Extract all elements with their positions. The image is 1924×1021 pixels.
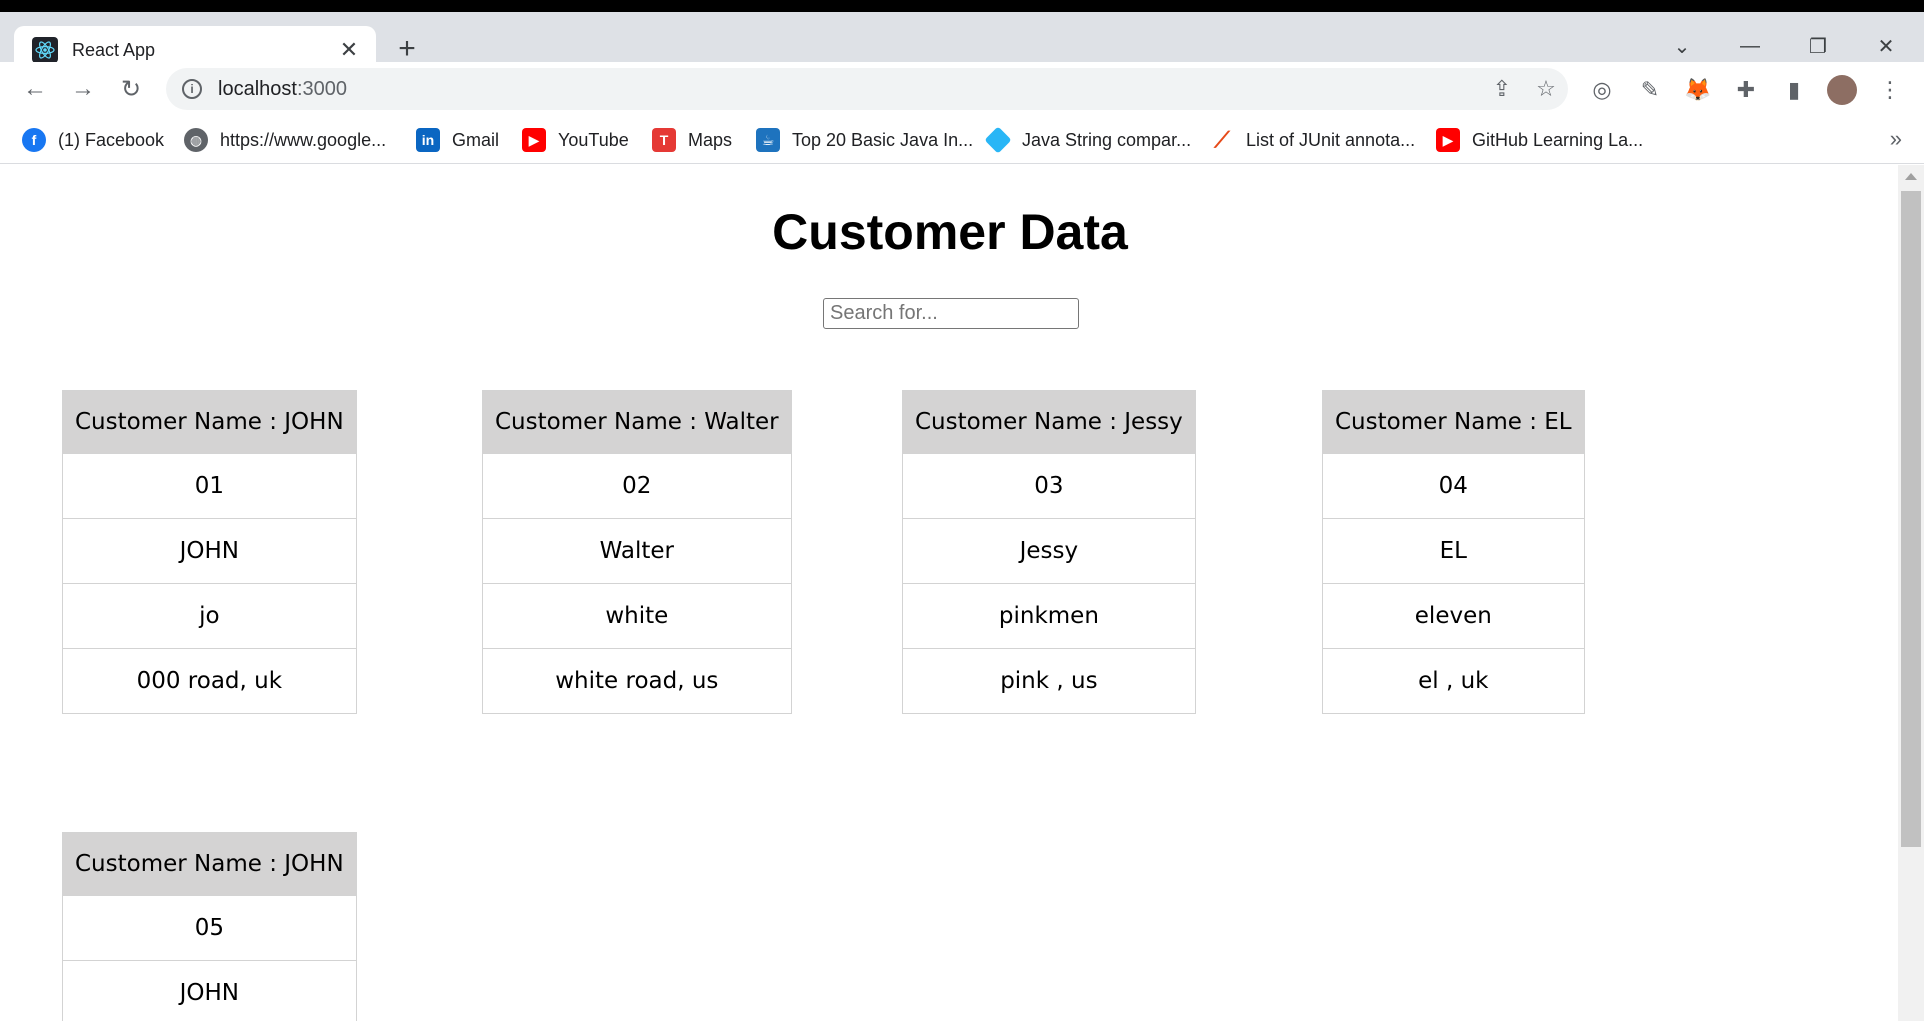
customer-card: Customer Name : JOHN 05 JOHN	[62, 832, 357, 1021]
customer-header: Customer Name : JOHN	[62, 390, 357, 454]
extensions-puzzle-icon[interactable]: ✚	[1730, 74, 1762, 106]
page-viewport: Customer Data Customer Name : JOHN 01 JO…	[2, 165, 1898, 1021]
back-icon[interactable]: ←	[18, 72, 52, 106]
side-panel-icon[interactable]: ▮	[1778, 74, 1810, 106]
customer-address: 000 road, uk	[62, 648, 357, 714]
extension-target-icon[interactable]: ◎	[1586, 74, 1618, 106]
more-bookmarks-icon[interactable]: »	[1890, 126, 1902, 152]
share-icon[interactable]: ⇪	[1480, 68, 1524, 110]
customer-header: Customer Name : Walter	[482, 390, 792, 454]
bookmark-java-interview[interactable]: ☕ Top 20 Basic Java In...	[756, 124, 973, 156]
metamask-icon[interactable]: 🦊	[1682, 74, 1714, 106]
bookmark-youtube[interactable]: ▶ YouTube	[522, 124, 629, 156]
close-tab-icon[interactable]: ✕	[336, 37, 362, 63]
facebook-icon: f	[22, 128, 46, 152]
bookmark-github-learning[interactable]: ▶ GitHub Learning La...	[1436, 124, 1643, 156]
browser-toolbar: ← → ↻ i localhost:3000 ⇪ ☆ ◎ ✎ 🦊 ✚ ▮ ⋮	[0, 62, 1924, 116]
java-icon: ☕	[756, 128, 780, 152]
bookmarks-bar: f (1) Facebook ◍ https://www.google... i…	[0, 116, 1924, 164]
customer-surname: eleven	[1322, 583, 1585, 649]
customer-name: JOHN	[62, 960, 357, 1021]
customer-id: 04	[1322, 453, 1585, 519]
bookmark-label: List of JUnit annota...	[1246, 129, 1416, 150]
react-icon	[32, 37, 58, 63]
bookmark-label: Maps	[688, 129, 733, 150]
linkedin-icon: in	[416, 128, 440, 152]
customer-address: pink , us	[902, 648, 1196, 714]
customer-surname: pinkmen	[902, 583, 1196, 649]
forward-icon[interactable]: →	[66, 72, 100, 106]
url-text[interactable]: localhost:3000	[218, 78, 1480, 101]
customer-header: Customer Name : EL	[1322, 390, 1585, 454]
bookmark-facebook[interactable]: f (1) Facebook	[22, 124, 164, 156]
youtube-icon: ▶	[522, 128, 546, 152]
bookmark-label: Top 20 Basic Java In...	[792, 129, 974, 150]
search-input[interactable]	[823, 298, 1079, 329]
customer-card: Customer Name : JOHN 01 JOHN jo 000 road…	[62, 390, 357, 714]
address-bar[interactable]: i localhost:3000 ⇪ ☆	[166, 68, 1568, 110]
menu-kebab-icon[interactable]: ⋮	[1874, 74, 1906, 106]
url-host: localhost	[218, 77, 297, 100]
customer-surname: jo	[62, 583, 357, 649]
customer-id: 01	[62, 453, 357, 519]
customer-header: Customer Name : JOHN	[62, 832, 357, 896]
bookmark-label: YouTube	[558, 129, 629, 150]
customer-id: 05	[62, 895, 357, 961]
window-top-edge	[0, 0, 1924, 12]
vertical-scrollbar[interactable]	[1898, 165, 1924, 1021]
bookmark-label: Gmail	[452, 129, 500, 150]
bookmark-gmail[interactable]: in Gmail	[416, 124, 499, 156]
globe-icon: ◍	[184, 128, 208, 152]
customer-name: EL	[1322, 518, 1585, 584]
customer-card: Customer Name : Jessy 03 Jessy pinkmen p…	[902, 390, 1196, 714]
profile-avatar[interactable]	[1826, 74, 1858, 106]
tab-search-icon[interactable]: ⌄	[1652, 26, 1712, 66]
customer-header: Customer Name : Jessy	[902, 390, 1196, 454]
bookmark-label: GitHub Learning La...	[1472, 129, 1644, 150]
customer-address: el , uk	[1322, 648, 1585, 714]
bookmark-label: https://www.google...	[220, 129, 387, 150]
diamond-icon	[984, 126, 1012, 154]
url-port: :3000	[296, 77, 347, 100]
scrollbar-thumb[interactable]	[1901, 191, 1921, 847]
minimize-button[interactable]: —	[1720, 26, 1780, 66]
scroll-up-arrow-icon[interactable]	[1905, 173, 1917, 180]
new-tab-button[interactable]: +	[390, 32, 424, 66]
bookmark-junit[interactable]: ⟋ List of JUnit annota...	[1210, 124, 1415, 156]
customer-name: Jessy	[902, 518, 1196, 584]
close-window-button[interactable]: ✕	[1856, 26, 1916, 66]
customer-card: Customer Name : EL 04 EL eleven el , uk	[1322, 390, 1585, 714]
maps-icon: T	[652, 128, 676, 152]
bookmark-java-string[interactable]: Java String compar...	[984, 124, 1192, 156]
customer-card: Customer Name : Walter 02 Walter white w…	[482, 390, 792, 714]
reload-icon[interactable]: ↻	[114, 72, 148, 106]
bookmark-label: (1) Facebook	[58, 129, 165, 150]
customer-name: JOHN	[62, 518, 357, 584]
extension-pencil-icon[interactable]: ✎	[1634, 74, 1666, 106]
bookmark-maps[interactable]: T Maps	[652, 124, 732, 156]
customer-id: 02	[482, 453, 792, 519]
bookmark-label: Java String compar...	[1022, 129, 1192, 150]
junit-icon: ⟋	[1214, 127, 1230, 152]
customer-name: Walter	[482, 518, 792, 584]
bookmark-star-icon[interactable]: ☆	[1524, 68, 1568, 110]
bookmark-google[interactable]: ◍ https://www.google...	[184, 124, 386, 156]
restore-button[interactable]: ❐	[1788, 26, 1848, 66]
site-info-icon[interactable]: i	[182, 79, 202, 99]
tab-strip: React App ✕ + ⌄ — ❐ ✕	[0, 12, 1924, 74]
customer-surname: white	[482, 583, 792, 649]
tab-title: React App	[72, 39, 156, 60]
customer-address: white road, us	[482, 648, 792, 714]
youtube-icon: ▶	[1436, 128, 1460, 152]
page-title: Customer Data	[772, 204, 1128, 260]
customer-id: 03	[902, 453, 1196, 519]
